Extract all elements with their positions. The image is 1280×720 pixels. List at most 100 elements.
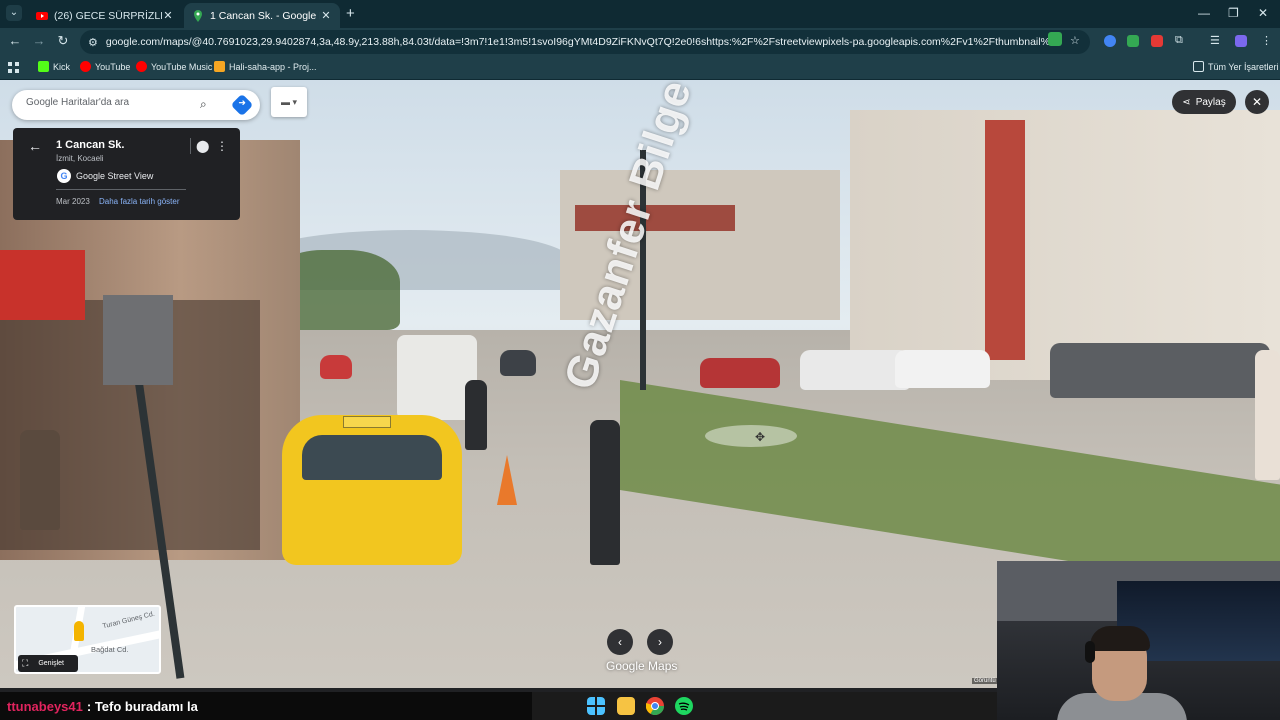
imagery-credit[interactable]: Görüntü <box>972 678 998 684</box>
parked-car <box>700 358 780 388</box>
all-bookmarks-label: Tüm Yer İşaretleri <box>1208 61 1279 72</box>
pedestrian <box>20 430 60 530</box>
minimize-icon[interactable]: — <box>1198 6 1210 20</box>
restore-icon[interactable]: ❐ <box>1228 6 1239 20</box>
car <box>320 355 352 379</box>
taxi-roof-sign <box>343 416 391 428</box>
bookmark-youtube[interactable]: YouTube <box>80 61 130 72</box>
more-menu-icon[interactable]: ⋮ <box>1261 34 1272 47</box>
street-view-label: Google Street View <box>76 171 154 181</box>
bookmark-label: Kick <box>53 61 71 72</box>
profile-icon[interactable] <box>1235 35 1247 47</box>
navigation-cursor[interactable] <box>705 425 797 447</box>
file-explorer-icon[interactable] <box>617 697 635 715</box>
tab-search-button[interactable]: ⌄ <box>6 5 22 21</box>
windows-taskbar <box>532 692 997 720</box>
building-right-red-column <box>985 120 1025 360</box>
tab-title: 1 Cancan Sk. - Google Haritalar <box>210 9 320 22</box>
shop-sign <box>0 250 85 320</box>
url-text[interactable]: google.com/maps/@40.7691023,29.9402874,3… <box>106 36 1051 48</box>
next-arrow-button[interactable]: › <box>647 629 673 655</box>
directions-icon[interactable]: ➜ <box>230 93 254 117</box>
bookmark-label: Hali-saha-app - Proj... <box>229 61 317 72</box>
chrome-icon[interactable] <box>646 697 664 715</box>
taxi-windshield <box>302 435 442 480</box>
extension-icon[interactable] <box>1127 35 1139 47</box>
parked-car <box>895 350 990 388</box>
street-sign <box>103 295 173 385</box>
minimap-street-label: Turan Güneş Cd. <box>101 610 156 631</box>
more-options-icon[interactable]: ⋮ <box>216 139 228 153</box>
back-icon[interactable]: ← <box>6 33 24 48</box>
minimap[interactable]: Turan Güneş Cd. Bağdat Cd. ⛶ Genişlet <box>14 605 161 674</box>
capture-date: Mar 2023 <box>56 197 90 206</box>
car <box>500 350 536 376</box>
headset-icon <box>1085 641 1095 663</box>
maps-search-box: ⌕ ➜ <box>12 90 260 120</box>
address-bar[interactable]: ⚙ google.com/maps/@40.7691023,29.9402874… <box>80 30 1090 54</box>
search-icon[interactable]: ⌕ <box>200 97 207 112</box>
expand-minimap-button[interactable]: ⛶ Genişlet <box>18 655 78 672</box>
pedestrian <box>590 420 620 565</box>
minimap-street-label: Bağdat Cd. <box>91 645 129 654</box>
parked-car <box>800 350 910 390</box>
move-cursor-icon: ✥ <box>755 430 766 444</box>
spotify-icon[interactable] <box>675 697 693 715</box>
place-title: 1 Cancan Sk. <box>56 139 125 151</box>
bookmark-youtube-music[interactable]: YouTube Music <box>136 61 212 72</box>
divider <box>190 138 191 154</box>
youtube-icon <box>80 61 91 72</box>
browser-toolbar: ← → ↻ ⚙ google.com/maps/@40.7691023,29.9… <box>0 28 1280 56</box>
bookmark-label: YouTube <box>95 61 131 72</box>
tab-google-maps[interactable]: 1 Cancan Sk. - Google Haritalar ✕ <box>184 3 340 28</box>
close-icon[interactable]: ✕ <box>320 9 332 22</box>
tab-title: (26) GECE SÜRPRİZLERİ | SSrides <box>54 9 162 22</box>
translate-icon[interactable] <box>1048 32 1062 46</box>
new-tab-button[interactable]: + <box>346 5 355 22</box>
extension-icon[interactable] <box>1104 35 1116 47</box>
traffic-cone <box>497 455 517 505</box>
more-dates-link[interactable]: Daha fazla tarih göster <box>99 197 180 206</box>
bookmark-hali-saha[interactable]: Hali-saha-app - Proj... <box>214 61 317 72</box>
search-input[interactable] <box>26 97 196 108</box>
back-arrow-icon[interactable]: ← <box>28 138 42 154</box>
reload-icon[interactable]: ↻ <box>54 33 72 49</box>
windows-start-icon[interactable] <box>587 697 605 715</box>
chat-message-text: : Tefo buradamı la <box>86 698 198 714</box>
chat-username: ttunabeys41 <box>7 698 83 714</box>
tab-strip: ⌄ (26) GECE SÜRPRİZLERİ | SSrides ✕ 1 Ca… <box>0 0 1280 28</box>
folder-icon <box>1193 61 1204 72</box>
forward-icon[interactable]: → <box>30 33 48 48</box>
tab-list-icon[interactable]: ☰ <box>1210 34 1220 47</box>
divider <box>56 189 186 190</box>
window-close-icon[interactable]: ✕ <box>1258 6 1268 20</box>
keyboard-shortcuts-button[interactable]: ▬ ▾ <box>271 87 307 117</box>
streamer-hair <box>1090 626 1150 651</box>
bookmark-kick[interactable]: Kick <box>38 61 70 72</box>
webcam-overlay <box>997 561 1280 720</box>
adblock-icon[interactable] <box>1151 35 1163 47</box>
place-subtitle: İzmit, Kocaeli <box>56 154 104 163</box>
share-label: Paylaş <box>1195 96 1226 108</box>
close-icon[interactable]: ✕ <box>162 9 174 22</box>
location-pin-icon[interactable]: ⬤ <box>196 139 209 153</box>
parked-car <box>1050 343 1270 398</box>
bookmark-label: YouTube Music <box>151 61 213 72</box>
previous-arrow-button[interactable]: ‹ <box>607 629 633 655</box>
youtube-icon <box>36 11 48 20</box>
extensions-puzzle-icon[interactable]: ⧉ <box>1175 34 1183 47</box>
youtube-music-icon <box>136 61 147 72</box>
apps-grid-icon[interactable] <box>8 62 19 73</box>
pegman-icon[interactable] <box>74 621 84 641</box>
share-button[interactable]: ⋖ Paylaş <box>1172 90 1236 114</box>
bookmark-star-icon[interactable]: ☆ <box>1070 34 1080 47</box>
all-bookmarks[interactable]: Tüm Yer İşaretleri <box>1193 61 1279 72</box>
share-icon: ⋖ <box>1182 96 1191 108</box>
expand-label: Genişlet <box>38 660 64 667</box>
tab-youtube[interactable]: (26) GECE SÜRPRİZLERİ | SSrides ✕ <box>28 3 182 28</box>
site-info-icon[interactable]: ⚙ <box>88 36 98 49</box>
close-street-view-button[interactable]: ✕ <box>1245 90 1269 114</box>
bookmarks-bar: Kick YouTube YouTube Music Hali-saha-app… <box>0 56 1280 80</box>
maps-pin-icon <box>194 9 202 22</box>
google-logo-icon: G <box>57 169 71 183</box>
